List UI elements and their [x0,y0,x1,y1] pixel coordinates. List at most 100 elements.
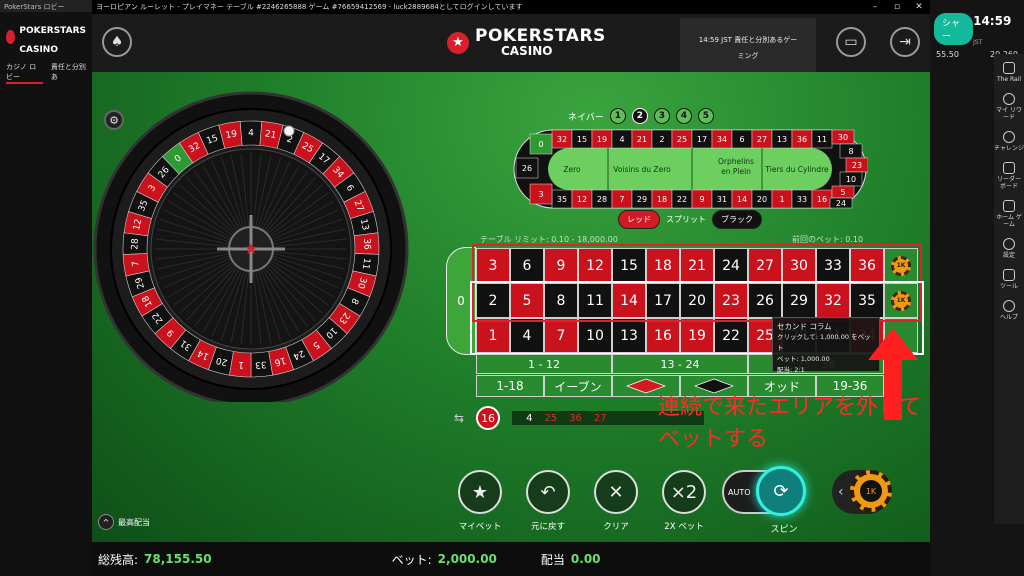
bet-label: ベット: [391,552,432,567]
sidebar-item-challenge[interactable]: チャレンジ [994,123,1024,154]
low-bet[interactable]: 1-18 [476,375,544,397]
racetrack-number: 26 [522,164,532,173]
racetrack-number: 34 [717,135,727,144]
maximize-icon[interactable]: ▫ [886,2,908,12]
racetrack-number: 30 [838,133,848,142]
max-payout-toggle[interactable]: ^ 最高配当 [98,514,150,530]
payout-label: 配当 [540,552,565,567]
clock-zone: JST [973,39,983,46]
logo-name: POKERSTARS [475,26,606,46]
neighbor-option[interactable]: 3 [653,108,670,124]
neighbor-option[interactable]: 1 [609,108,626,124]
tab-casino-lobby[interactable]: カジノ ロビー [6,62,43,84]
sidebar-item-label: リーダー ボード [996,176,1021,190]
racetrack-number: 23 [852,161,862,170]
racetrack-number: 1 [779,195,784,204]
lobby-window-title: PokerStars ロビー [0,0,92,12]
clear-button[interactable]: ✕ クリア [594,470,638,532]
wheel-number: 28 [130,238,140,250]
undo-button[interactable]: ↶ 元に戻す [526,470,570,532]
lobby-action-button[interactable]: シャー [934,13,974,45]
session-line1: 14:59 JST 責任と分別あるゲー [698,36,798,44]
racetrack-number: 5 [840,188,845,197]
sidebar-item-home[interactable]: ホーム ゲーム [994,192,1024,230]
racetrack-number: 27 [757,135,767,144]
lobby-spade-button[interactable]: ♠ [102,27,132,57]
spin-control: AUTO ⟳ スピン [722,466,806,535]
logo-sub: CASINO [501,44,553,58]
bet-value: 2,000.00 [437,552,497,566]
leaderboard-icon [1003,162,1015,174]
wheel-number: 33 [255,359,267,370]
close-icon[interactable]: ✕ [908,2,930,12]
neighbors-selector: ネイバー 1 2 3 4 5 [568,108,714,124]
racetrack-number: 28 [597,195,607,204]
minimize-icon[interactable]: – [864,2,886,12]
racetrack-number: 16 [817,195,827,204]
neighbor-option[interactable]: 5 [697,108,714,124]
chip-selector[interactable]: ‹ 1K [832,470,892,514]
racetrack-number: 12 [577,195,587,204]
chip-value: 1K [860,480,882,502]
sidebar-item-label: The Rail [996,76,1022,83]
spin-button[interactable]: ⟳ [756,466,806,516]
color-toggle: レッド スプリット ブラック [618,210,762,229]
racetrack-number: 6 [739,135,744,144]
tab-responsible[interactable]: 責任と分別あ [51,62,86,84]
sidebar-item-leaderboard[interactable]: リーダー ボード [994,154,1024,192]
dozen-2[interactable]: 13 - 24 [612,354,748,374]
my-bets-button[interactable]: ★ マイベット [458,470,502,532]
spade-icon: ♠ [110,34,124,50]
gear-icon [1003,238,1015,250]
settings-gear-button[interactable]: ⚙ [104,110,124,130]
lobby-window: PokerStars ロビー POKERSTARS CASINO カジノ ロビー… [0,0,92,576]
sidebar-item-reward[interactable]: マイ リワード [994,85,1024,123]
balance-value: 78,155.50 [144,552,212,566]
sidebar-item-rail[interactable]: The Rail [994,54,1024,85]
neighbor-option-selected[interactable]: 2 [631,108,648,124]
dozen-1[interactable]: 1 - 12 [476,354,612,374]
sidebar-item-help[interactable]: ヘルプ [994,292,1024,323]
lobby-sidebar: The Rail マイ リワード チャレンジ リーダー ボード ホーム ゲーム … [994,54,1024,524]
racetrack-number: 24 [836,199,846,208]
exit-button[interactable]: ⇥ [890,27,920,57]
window-titlebar: ヨーロピアン ルーレット - プレイマネー テーブル #2246265888 ゲ… [92,0,930,14]
tooltip-line: ベット: 1,000.00 [777,355,830,363]
racetrack-number: 14 [737,195,747,204]
neighbor-option[interactable]: 4 [675,108,692,124]
cashier-button[interactable]: ▭ [836,27,866,57]
chevron-left-icon[interactable]: ‹ [832,484,844,500]
chip-icon[interactable]: 1K [850,470,892,512]
pokerstars-logo-icon [6,30,16,44]
session-info: 14:59 JST 責任と分別あるゲー ミング [680,18,816,72]
racetrack-number: 8 [848,147,853,156]
racetrack-number: 15 [577,135,587,144]
tooltip-line: クリックして: 1,000.00 をベット [777,333,871,352]
racetrack-number: 32 [557,135,567,144]
double-bet-button[interactable]: ×2 2X ベット [662,470,706,532]
sidebar-item-label: ツール [999,283,1018,290]
racetrack-number: 9 [699,195,704,204]
black-toggle-button[interactable]: ブラック [712,210,762,229]
undo-icon: ↶ [526,470,570,514]
recent-result: 36 [569,412,582,424]
gear-icon: ⚙ [109,113,119,127]
racetrack[interactable]: 32 15 19 4 21 2 25 17 34 6 27 13 36 1135 12 28 7 29 18 22 9 3… [512,128,868,210]
sidebar-item-tools[interactable]: ツール [994,261,1024,292]
clock: 14:59 [973,14,1012,28]
annotation-line2: ベットする [658,427,769,452]
red-toggle-button[interactable]: レッド [618,210,660,229]
swap-icon[interactable]: ⇆ [454,411,464,425]
wheel-number: 11 [360,257,371,270]
racetrack-number: 31 [717,195,727,204]
session-line2: ミング [737,52,759,60]
recent-result: 27 [593,412,607,424]
spin-icon: ⟳ [773,480,789,502]
game-table: 0 32 15 19 4 21 2 25 17 34 6 27 13 36 11 30 8 23 10 5 24 16 33… [92,72,930,542]
sidebar-item-settings[interactable]: 設定 [994,230,1024,261]
chevron-up-icon: ^ [98,514,114,530]
even-bet[interactable]: イーブン [544,375,612,397]
wheel-number: 36 [361,238,371,250]
racetrack-number: 18 [657,195,667,204]
rail-icon [1003,62,1015,74]
